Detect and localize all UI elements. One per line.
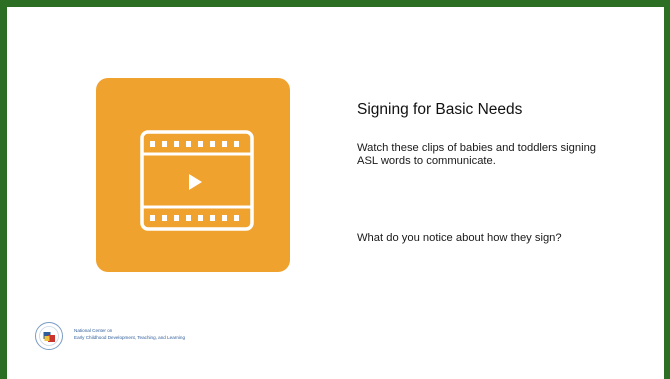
organization-name: National Center on Early Childhood Devel… xyxy=(74,327,185,341)
ncecdtl-logo-icon xyxy=(35,322,63,350)
video-thumbnail[interactable] xyxy=(96,78,290,272)
video-film-icon xyxy=(140,130,254,231)
org-name-line1: National Center on xyxy=(74,328,113,333)
slide-title: Signing for Basic Needs xyxy=(357,101,523,118)
org-name-line2: Early Childhood Development, Teaching, a… xyxy=(74,335,186,340)
instruction-text: Watch these clips of babies and toddlers… xyxy=(357,142,597,167)
question-text: What do you notice about how they sign? xyxy=(357,232,562,244)
slide: Signing for Basic Needs Watch these clip… xyxy=(0,0,670,379)
